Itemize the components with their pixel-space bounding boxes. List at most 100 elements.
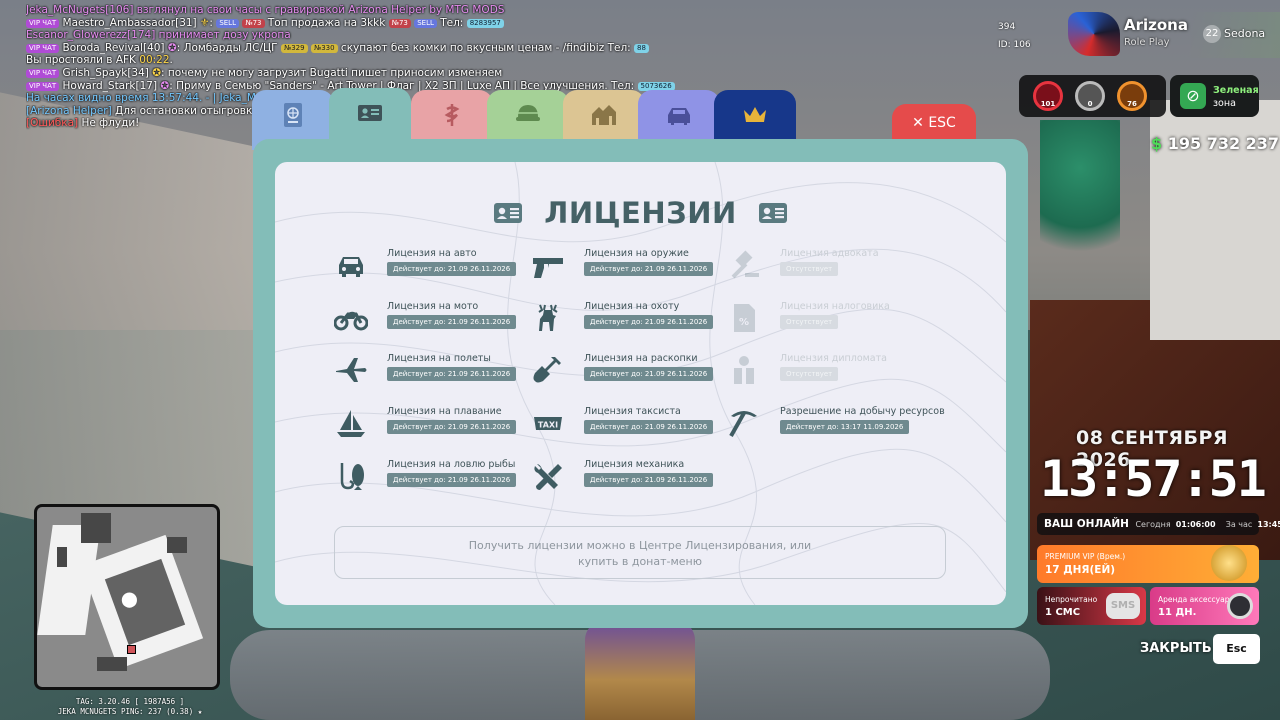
chat-tag: №73: [242, 18, 265, 28]
player-id: ID: 106: [998, 40, 1031, 50]
minimap-building: [167, 537, 187, 553]
player-ping: JEKA MCNUGETS PING: 237 (0.38) ★: [57, 707, 203, 716]
license-expiry: Действует до: 21.09 26.11.2026: [584, 262, 714, 276]
chat-text: ✪: [167, 41, 177, 54]
arizona-logo-icon: [1068, 12, 1120, 56]
chat-line: Jeka_McNugets[106] взглянул на свои часы…: [26, 4, 786, 17]
fishing-icon: [334, 461, 368, 491]
hunger-value: 76: [1127, 100, 1137, 108]
chat-tag: VIP ЧАТ: [26, 68, 60, 78]
money-display: $ 195 732 237: [1151, 134, 1279, 153]
clock: 13:57:51: [1040, 450, 1267, 508]
health-value: 101: [1040, 100, 1056, 108]
close-esc-button[interactable]: Esc: [1213, 634, 1260, 664]
esc-label: ESC: [928, 115, 956, 131]
license-name: Лицензия на авто: [387, 248, 477, 259]
chat-text: [Arizona Helper]: [26, 104, 112, 117]
chat-line: VIP ЧАТ Grish_Spayk[34] ✪: почему не мог…: [26, 67, 786, 80]
chat-text: .: [169, 54, 173, 67]
unread-sms-box[interactable]: Непрочитано 1 СМС SMS: [1037, 587, 1146, 625]
version-tag: TAG: 3.20.46 [ 1987A56 ]: [75, 697, 185, 706]
premium-title: PREMIUM VIP (Врем.): [1045, 552, 1126, 561]
online-counter: 394 ID: 106: [998, 18, 1031, 54]
chat-line: Вы простояли в AFK 00:22.: [26, 54, 786, 67]
license-name: Лицензия на оружие: [584, 248, 689, 259]
page-title: ЛИЦЕНЗИИ: [544, 196, 737, 230]
license-name: Лицензия на охоту: [584, 301, 680, 312]
license-card-icon: [494, 203, 523, 223]
diplomat-icon: [727, 355, 761, 385]
license-expiry: Действует до: 21.09 26.11.2026: [584, 315, 714, 329]
license-item: Лицензия механика Действует до: 21.09 26…: [531, 459, 727, 495]
license-name: Лицензия таксиста: [584, 406, 681, 417]
watch-icon: [1227, 593, 1253, 619]
player-character: [585, 620, 695, 720]
chat-text: ✪: [160, 79, 170, 92]
chat-text: [Ошибка]: [26, 117, 79, 130]
car-icon: [334, 250, 368, 280]
version-info: TAG: 3.20.46 [ 1987A56 ] JEKA MCNUGETS P…: [40, 697, 220, 717]
dollar-icon: $: [1151, 134, 1163, 153]
license-info-box: Получить лицензии можно в Центре Лицензи…: [334, 526, 946, 579]
online-label: ВАШ ОНЛАЙН: [1044, 518, 1129, 530]
armor-icon: 0: [1075, 81, 1105, 111]
map-marker-icon: [127, 645, 136, 654]
chat-tag: VIP ЧАТ: [26, 18, 60, 28]
license-item: Лицензия на авто Действует до: 21.09 26.…: [334, 248, 530, 284]
shovel-icon: [531, 355, 565, 385]
chat-tag: №329: [280, 43, 308, 53]
health-icon: 101: [1033, 81, 1063, 111]
license-item: Лицензия на охоту Действует до: 21.09 26…: [531, 301, 727, 337]
chat-text: 00:22: [139, 54, 170, 67]
hunger-icon: 76: [1117, 81, 1147, 111]
helmet-icon: [515, 102, 541, 133]
license-expiry: Действует до: 21.09 26.11.2026: [387, 367, 517, 381]
licenses-card: ЛИЦЕНЗИИ Лицензия на авто Действует до: …: [275, 162, 1006, 605]
info-text-1: Получить лицензии можно в Центре Лицензи…: [468, 539, 812, 552]
premium-medal-icon: [1211, 545, 1247, 581]
license-card-icon: [357, 100, 383, 131]
chat-line: Escanor_Glowerezz[174] принимает дозу ук…: [26, 29, 786, 42]
unread-label: Непрочитано: [1045, 595, 1098, 604]
chat-text: Escanor_Glowerezz[174] принимает дозу ук…: [26, 29, 291, 42]
license-name: Лицензия дипломата: [780, 353, 887, 364]
player-position-icon: ⬤: [121, 590, 138, 608]
license-expiry: Отсутствует: [780, 367, 839, 381]
tax-document-icon: %: [727, 303, 761, 333]
chat-line: VIP ЧАТ Boroda_Revival[40] ✪: Ломбарды Л…: [26, 42, 786, 55]
game-palm-plant: [1040, 120, 1120, 280]
chat-line: VIP ЧАТ Maestro_Ambassador[31] ⚜: SELL №…: [26, 17, 786, 30]
hour-value: 13:45: [1257, 520, 1280, 529]
brand-title: Arizona: [1124, 16, 1188, 34]
chat-tag: №73: [388, 18, 411, 28]
pistol-icon: [531, 250, 565, 280]
license-item: Лицензия на раскопки Действует до: 21.09…: [531, 353, 727, 389]
svg-text:%: %: [739, 317, 749, 328]
minimap-building: [81, 513, 111, 543]
chat-text: Maestro_Ambassador[31]: [59, 16, 200, 29]
sailboat-icon: [334, 408, 368, 438]
license-name: Лицензия на плавание: [387, 406, 502, 417]
license-item: Разрешение на добычу ресурсов Действует …: [727, 406, 945, 442]
license-item: Лицензия на ловлю рыбы Действует до: 21.…: [334, 459, 530, 495]
gavel-icon: [727, 250, 761, 280]
license-name: Лицензия механика: [584, 459, 685, 470]
motorcycle-icon: [333, 303, 369, 333]
server-number: 22: [1203, 25, 1221, 43]
chat-text: Howard_Stark[17]: [59, 79, 161, 92]
chat-tag: SELL: [216, 18, 239, 28]
esc-close-button[interactable]: ✕ ESC: [892, 104, 976, 142]
rent-accessory-box[interactable]: Аренда аксессуара 11 ДН.: [1150, 587, 1259, 625]
brand-subtitle: Role Play: [1124, 37, 1170, 48]
server-name: Sedona: [1224, 27, 1266, 40]
license-name: Лицензия налоговика: [780, 301, 890, 312]
chat-text: : почему не могу загрузит Bugatti пишет …: [161, 66, 503, 79]
license-expiry: Действует до: 21.09 26.11.2026: [387, 315, 517, 329]
close-label: ЗАКРЫТЬ: [1140, 641, 1212, 656]
chat-text: ✪: [152, 66, 162, 79]
license-card-icon: [758, 203, 787, 223]
chat-text: Jeka_McNugets[106] взглянул на свои часы…: [26, 4, 505, 16]
minimap[interactable]: ⬤: [34, 504, 220, 690]
license-expiry: Действует до: 21.09 26.11.2026: [387, 473, 517, 487]
premium-banner[interactable]: PREMIUM VIP (Врем.) 17 ДНЯ(ЕЙ): [1037, 545, 1259, 583]
